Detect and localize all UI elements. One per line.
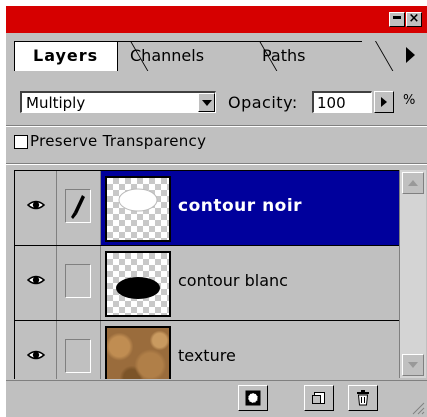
layer-row[interactable]: contour noir <box>15 171 399 246</box>
tab-bar: Layers Channels Paths <box>6 33 427 99</box>
layers-palette: × Layers Channels Paths Multiply Opacity… <box>6 6 427 417</box>
blend-controls: Multiply Opacity: 100 % <box>6 73 427 125</box>
opacity-input[interactable]: 100 <box>312 91 372 113</box>
delete-layer-button[interactable] <box>348 385 378 411</box>
layer-thumbnail <box>105 326 171 379</box>
edit-toggle[interactable] <box>57 321 101 379</box>
layer-row[interactable]: contour blanc <box>15 246 399 321</box>
layers-scrollbar[interactable] <box>399 170 426 378</box>
brush-cell <box>65 264 91 298</box>
close-icon[interactable]: × <box>406 12 422 27</box>
layers-list: contour noir contour blanc texture <box>14 170 399 379</box>
paintbrush-icon <box>71 195 85 219</box>
panel-menu-arrow-icon[interactable] <box>406 47 415 63</box>
visibility-toggle[interactable] <box>15 246 57 320</box>
opacity-label: Opacity: <box>228 93 298 112</box>
palette-footer <box>6 380 427 417</box>
opacity-unit: % <box>403 93 416 108</box>
new-layer-icon <box>312 392 325 404</box>
preserve-transparency-row: Preserve Transparency <box>6 127 427 161</box>
visibility-toggle[interactable] <box>15 321 57 379</box>
blend-mode-value: Multiply <box>26 94 86 112</box>
layer-name: contour blanc <box>178 271 288 290</box>
layer-thumbnail <box>105 176 171 242</box>
layer-row[interactable]: texture <box>15 321 399 379</box>
add-layer-mask-button[interactable] <box>238 385 268 411</box>
trash-icon <box>357 390 369 406</box>
edit-toggle[interactable] <box>57 171 101 245</box>
scroll-down-icon[interactable] <box>402 354 424 376</box>
resize-grip-icon[interactable] <box>409 399 425 415</box>
layer-thumbnail <box>105 251 171 317</box>
visibility-toggle[interactable] <box>15 171 57 245</box>
divider <box>6 163 427 165</box>
opacity-slider-arrow-icon[interactable] <box>374 91 394 113</box>
edit-toggle[interactable] <box>57 246 101 320</box>
tab-layers[interactable]: Layers <box>14 41 118 71</box>
scroll-up-icon[interactable] <box>402 172 424 194</box>
brush-cell <box>65 189 91 223</box>
preserve-transparency-label: Preserve Transparency <box>30 132 207 150</box>
minimize-icon[interactable] <box>389 12 405 27</box>
layer-name: contour noir <box>178 196 303 216</box>
palette-title-bar[interactable]: × <box>6 6 427 33</box>
preserve-transparency-checkbox[interactable] <box>14 135 28 149</box>
eye-icon <box>27 275 45 285</box>
brush-cell <box>65 339 91 373</box>
blend-mode-select[interactable]: Multiply <box>20 91 216 113</box>
eye-icon <box>27 200 45 210</box>
layer-name: texture <box>178 346 236 365</box>
layer-mask-icon <box>245 390 261 406</box>
eye-icon <box>27 350 45 360</box>
chevron-down-icon[interactable] <box>198 93 215 112</box>
new-layer-button[interactable] <box>304 385 334 411</box>
